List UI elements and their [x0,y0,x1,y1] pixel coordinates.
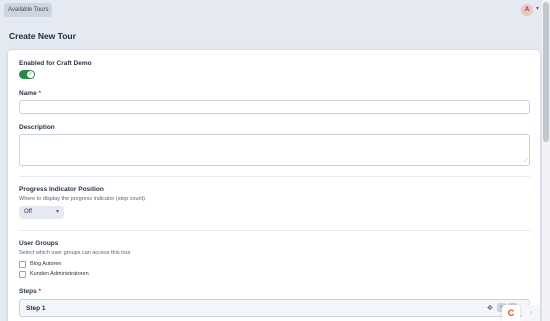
enabled-label: Enabled for Craft Demo [19,60,92,67]
steps-label: Steps * [19,288,41,295]
chevron-down-icon: ▾ [55,209,59,215]
checkbox-kunden-administratoren[interactable]: Kunden Administratoren [19,270,89,278]
required-asterisk: * [38,90,42,97]
name-label-text: Name [19,90,37,97]
step-block-title: Step 1 [26,305,46,312]
expand-icon[interactable]: › [522,305,540,321]
name-input[interactable] [19,100,530,114]
move-icon[interactable]: ✥ [487,304,493,312]
top-bar: Available Tours A ▾ [0,0,542,20]
required-asterisk: * [38,288,42,295]
available-tours-button[interactable]: Available Tours [4,3,53,17]
progress-instructions: Where to display the progress indicator … [19,196,145,202]
name-label: Name * [19,90,41,97]
checkbox[interactable] [19,260,26,268]
chevron-down-icon[interactable]: ▾ [536,5,539,12]
checkbox[interactable] [19,270,26,278]
user-avatar[interactable]: A [521,4,533,16]
enabled-toggle[interactable]: ✓ [19,70,35,79]
form-card: Enabled for Craft Demo ✓ Name * Descript… [8,50,540,321]
resize-grip-icon[interactable]: ⟋ [524,158,528,165]
checkbox-label: Blog Autoren [30,261,62,267]
check-icon: ✓ [27,71,34,78]
progress-label: Progress Indicator Position [19,186,104,193]
divider [19,230,530,231]
steps-label-text: Steps [19,288,37,295]
divider [19,176,530,177]
description-textarea[interactable]: ⟋ [19,134,530,166]
checkbox-blog-autoren[interactable]: Blog Autoren [19,260,62,268]
scrollbar-thumb[interactable] [543,2,549,142]
description-label: Description [19,124,55,131]
page-scrollbar[interactable] [542,0,550,321]
progress-select[interactable]: Off ▾ [19,206,64,219]
user-groups-label: User Groups [19,240,59,247]
user-groups-instructions: Select which user groups can access this… [19,250,131,256]
step-block: Step 1 ✥ – [19,299,530,317]
craft-logo-icon[interactable]: C [502,305,520,321]
progress-select-value: Off [24,209,32,215]
page-title: Create New Tour [9,31,76,41]
checkbox-label: Kunden Administratoren [30,271,89,277]
